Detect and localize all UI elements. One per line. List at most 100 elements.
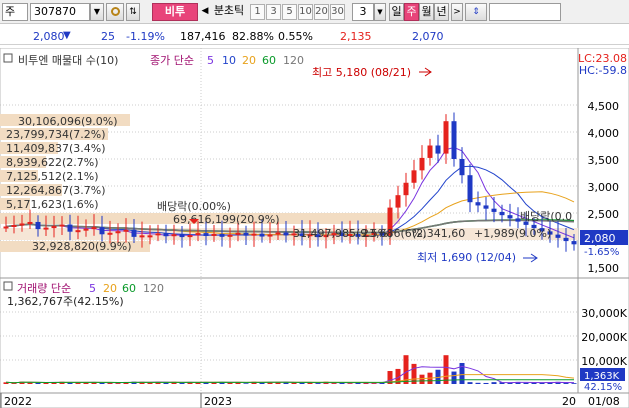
blank-input[interactable]	[489, 3, 561, 21]
candle-body	[203, 233, 209, 236]
volume-bar	[347, 383, 353, 384]
market-label: 주	[5, 5, 16, 18]
candle-body	[443, 121, 449, 154]
market-select[interactable]: 주	[2, 3, 28, 21]
stock-name-tab[interactable]: 비투	[152, 3, 198, 21]
candle-body	[51, 226, 57, 229]
volume-bar	[371, 383, 377, 384]
profile-label: 69,616,199(20.9%)	[173, 213, 280, 226]
candle-body	[459, 159, 465, 176]
x-label: 2023	[204, 395, 232, 408]
volume-checkbox[interactable]	[3, 281, 13, 291]
candle-body	[115, 231, 121, 234]
turnover: 0.55%	[278, 30, 313, 43]
volume-bar	[179, 383, 185, 384]
candle-body	[571, 241, 577, 245]
vma60-label: 60	[122, 282, 136, 295]
candle-body	[147, 235, 153, 238]
updown-button[interactable]: ⇕	[465, 3, 487, 21]
volume-bar	[315, 383, 321, 384]
profile-label: 5,171,623(1.6%)	[6, 198, 99, 211]
down-arrow-icon: ▼	[63, 30, 71, 41]
volume-bar	[163, 382, 169, 384]
stock-code: 307870	[34, 5, 76, 18]
stock-chart[interactable]: 비투엔 매물대 수(10) 종가 단순 5 10 20 60 120 LC:23…	[0, 48, 629, 408]
y-tick: 2,500	[588, 208, 620, 221]
candle-body	[267, 234, 273, 237]
candle-body	[555, 234, 561, 238]
weekly-button[interactable]: 주	[404, 3, 419, 21]
candle-body	[139, 235, 145, 238]
period-20[interactable]: 20	[314, 4, 329, 20]
period-10[interactable]: 10	[298, 4, 313, 20]
high-arrow-icon	[419, 67, 432, 77]
candle-body	[11, 224, 17, 227]
count-input[interactable]: 3	[352, 3, 374, 21]
candle-body	[451, 121, 457, 159]
candle-body	[219, 233, 225, 237]
daily-button[interactable]: 일	[389, 3, 404, 21]
candle-body	[83, 228, 89, 231]
search-button[interactable]	[106, 3, 124, 21]
volume-bar	[475, 382, 481, 384]
stock-code-input[interactable]: 307870	[30, 3, 90, 21]
search-icon	[110, 7, 120, 16]
vol-y-tick: 30,000K	[581, 307, 627, 320]
current-price-tag-text: 2,080	[584, 232, 616, 245]
candle-body	[491, 208, 497, 212]
profile-label: 7,125,512(2.1%)	[6, 170, 99, 183]
volume-bar	[35, 382, 41, 384]
profile-label: 11,409,837(3.4%)	[6, 142, 106, 155]
panel-checkbox[interactable]	[3, 53, 13, 63]
candle-body	[507, 215, 513, 219]
candle-body	[211, 233, 217, 236]
candle-body	[467, 175, 473, 203]
x-label: 01/08	[588, 395, 620, 408]
candle-body	[131, 229, 137, 237]
current-rate-tag: -1.65%	[584, 247, 619, 258]
volume-tag-text: 1,363K	[584, 371, 620, 382]
vma20-line	[5, 374, 575, 384]
toolbar: 주 307870 ▼ ⇅ 비투 ◀ 분초틱 1 3 5 10 20 30 3 ▼…	[0, 0, 629, 24]
volume-bar	[451, 371, 457, 384]
volume-bar	[523, 382, 529, 384]
interval-toggle[interactable]: 분초틱	[210, 3, 248, 21]
hc-label: HC:-59.8	[579, 64, 627, 77]
ma10-label: 10	[222, 54, 236, 67]
candle-body	[435, 145, 441, 154]
monthly-button[interactable]: 월	[419, 3, 434, 21]
volume-bar	[563, 383, 569, 384]
yearly-button[interactable]: 년	[434, 3, 449, 21]
code-dropdown-button[interactable]: ▼	[90, 3, 104, 21]
prev-button[interactable]: ◀	[200, 3, 210, 21]
price-panel-title: 비투엔 매물대 수(10)	[18, 54, 118, 67]
dividend-label: 배당락(0.00%)	[157, 200, 231, 213]
volume-bar	[491, 382, 497, 384]
candle-body	[427, 145, 433, 158]
high-price: 2,135	[340, 30, 372, 43]
volume-pct-tag: 42.15%	[584, 382, 622, 393]
current-price: 2,080	[33, 30, 65, 43]
candle-body	[499, 211, 505, 216]
ma120-label: 120	[283, 54, 304, 67]
candle-body	[403, 182, 409, 196]
candle-body	[179, 234, 185, 238]
period-1[interactable]: 1	[250, 4, 265, 20]
volume-panel-title: 거래량 단순	[17, 282, 71, 295]
high-note: 최고 5,180 (08/21)	[312, 66, 411, 79]
period-5[interactable]: 5	[282, 4, 297, 20]
count-dropdown[interactable]: ▼	[374, 3, 386, 21]
history-button[interactable]: ⇅	[126, 3, 140, 21]
vol-y-tick: 10,000K	[581, 355, 627, 368]
volume-bar	[11, 383, 17, 384]
volume-bar	[507, 382, 513, 384]
candle-body	[67, 224, 73, 232]
next-button[interactable]: >	[451, 3, 463, 21]
y-tick: 3,000	[588, 181, 620, 194]
period-30[interactable]: 30	[330, 4, 345, 20]
candle-body	[59, 224, 65, 227]
volume-bar	[115, 383, 121, 384]
y-tick: 1,500	[588, 262, 620, 275]
period-3[interactable]: 3	[266, 4, 281, 20]
volume-mas	[5, 365, 575, 384]
